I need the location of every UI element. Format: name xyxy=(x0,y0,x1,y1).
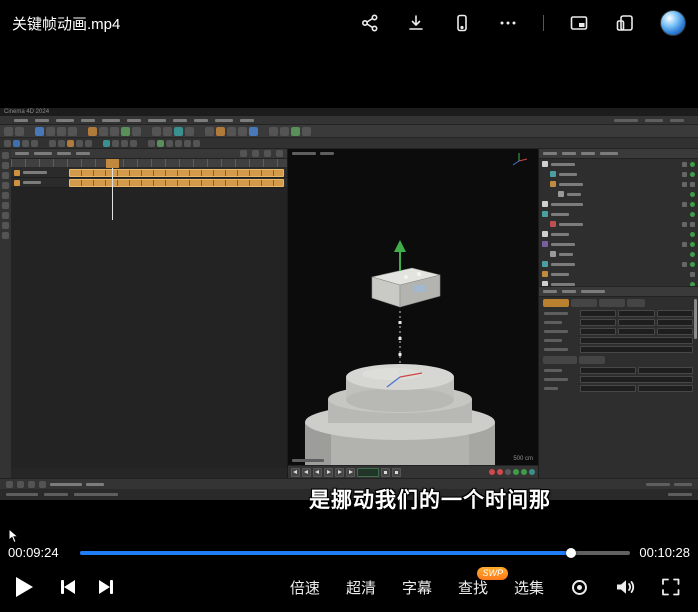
c4d-rotation-key-icon xyxy=(529,469,535,475)
keyframe-track-icon xyxy=(14,169,20,176)
control-bar: 倍速 超清 字幕 查找 SWP 选集 xyxy=(0,562,698,612)
keyframe-track-icon xyxy=(14,179,20,186)
volume-icon[interactable] xyxy=(614,576,636,598)
c4d-toolbar-main xyxy=(0,125,698,138)
total-duration: 00:10:28 xyxy=(639,545,690,560)
c4d-prev-key-icon xyxy=(302,467,311,477)
c4d-attribute-tabs xyxy=(539,297,698,309)
c4d-left-icon-strip xyxy=(0,149,11,478)
video-frame[interactable]: Cinema 4D 2024 500 cm xyxy=(0,46,698,544)
c4d-timeline-panel xyxy=(11,149,288,478)
c4d-track-name xyxy=(11,179,69,186)
mouse-cursor xyxy=(8,528,19,544)
c4d-object-manager xyxy=(539,159,698,287)
c4d-toolbar-secondary xyxy=(0,138,698,149)
mobile-device-icon[interactable] xyxy=(451,12,473,34)
c4d-viewport-label xyxy=(292,152,334,155)
c4d-track-row xyxy=(11,168,287,178)
c4d-play-icon xyxy=(324,467,333,477)
playback-speed-button[interactable]: 倍速 xyxy=(290,577,320,598)
share-icon[interactable] xyxy=(359,12,381,34)
c4d-transport-bar xyxy=(288,465,538,478)
c4d-autokey-icon xyxy=(497,469,503,475)
c4d-timeline-toolbar xyxy=(11,149,287,159)
subtitle-text: 是挪动我们的一个时间那 xyxy=(309,489,551,512)
next-video-button[interactable] xyxy=(99,580,113,594)
c4d-panel-scrollbar xyxy=(694,299,697,339)
c4d-viewport: 500 cm xyxy=(288,149,538,465)
search-button[interactable]: 查找 SWP xyxy=(458,566,508,598)
top-bar: 关键帧动画.mp4 xyxy=(0,0,698,46)
c4d-attribute-manager-header xyxy=(539,287,698,297)
c4d-current-frame-marker xyxy=(106,159,119,168)
c4d-go-start-icon xyxy=(291,467,300,477)
c4d-right-panel xyxy=(538,149,698,478)
c4d-viewport-scale-label: 500 cm xyxy=(513,456,533,462)
c4d-attribute-manager xyxy=(539,297,698,396)
record-target-icon[interactable] xyxy=(568,576,590,598)
c4d-playhead xyxy=(112,168,113,220)
progress-fill xyxy=(80,548,577,558)
c4d-record-buttons xyxy=(489,469,535,475)
c4d-track-name xyxy=(11,169,69,176)
c4d-window-title: Cinema 4D 2024 xyxy=(0,108,698,116)
progress-bar[interactable] xyxy=(80,548,630,558)
c4d-viewport-info xyxy=(292,459,324,462)
c4d-go-end-icon xyxy=(346,467,355,477)
progress-knob[interactable] xyxy=(566,548,577,558)
c4d-3d-scene xyxy=(305,153,528,465)
c4d-loop-icon xyxy=(381,467,390,477)
previous-video-button[interactable] xyxy=(61,580,75,594)
fullscreen-icon[interactable] xyxy=(660,576,682,598)
episodes-button[interactable]: 选集 xyxy=(514,577,544,598)
c4d-prev-frame-icon xyxy=(313,467,322,477)
subtitles-button[interactable]: 字幕 xyxy=(402,577,432,598)
current-time: 00:09:24 xyxy=(8,545,59,560)
topbar-divider xyxy=(543,15,544,31)
play-button[interactable] xyxy=(16,577,33,597)
user-avatar[interactable] xyxy=(660,10,686,36)
c4d-record-icon xyxy=(489,469,495,475)
c4d-frame-field xyxy=(357,467,379,477)
c4d-track-row xyxy=(11,178,287,188)
c4d-object-manager-header xyxy=(539,149,698,159)
picture-in-picture-icon[interactable] xyxy=(568,12,590,34)
quality-button[interactable]: 超清 xyxy=(346,577,376,598)
c4d-sound-icon xyxy=(392,467,401,477)
c4d-scale-key-icon xyxy=(521,469,527,475)
mini-window-icon[interactable] xyxy=(614,12,636,34)
more-options-icon[interactable] xyxy=(497,12,519,34)
download-icon[interactable] xyxy=(405,12,427,34)
c4d-menu-bar xyxy=(0,116,698,125)
c4d-position-key-icon xyxy=(513,469,519,475)
c4d-timeline-ruler xyxy=(11,159,287,168)
c4d-next-frame-icon xyxy=(335,467,344,477)
c4d-screenshot: Cinema 4D 2024 500 cm xyxy=(0,108,698,544)
swp-badge: SWP xyxy=(477,566,508,580)
video-player: 关键帧动画.mp4 Cinema 4D 2024 500 cm 是挪动我们的一个… xyxy=(0,0,698,612)
c4d-timeline-empty-area xyxy=(11,188,287,468)
c4d-keyframe-bar xyxy=(69,178,284,187)
c4d-key-icon xyxy=(505,469,511,475)
video-title: 关键帧动画.mp4 xyxy=(12,15,121,33)
c4d-keyframe-bar xyxy=(69,168,284,177)
